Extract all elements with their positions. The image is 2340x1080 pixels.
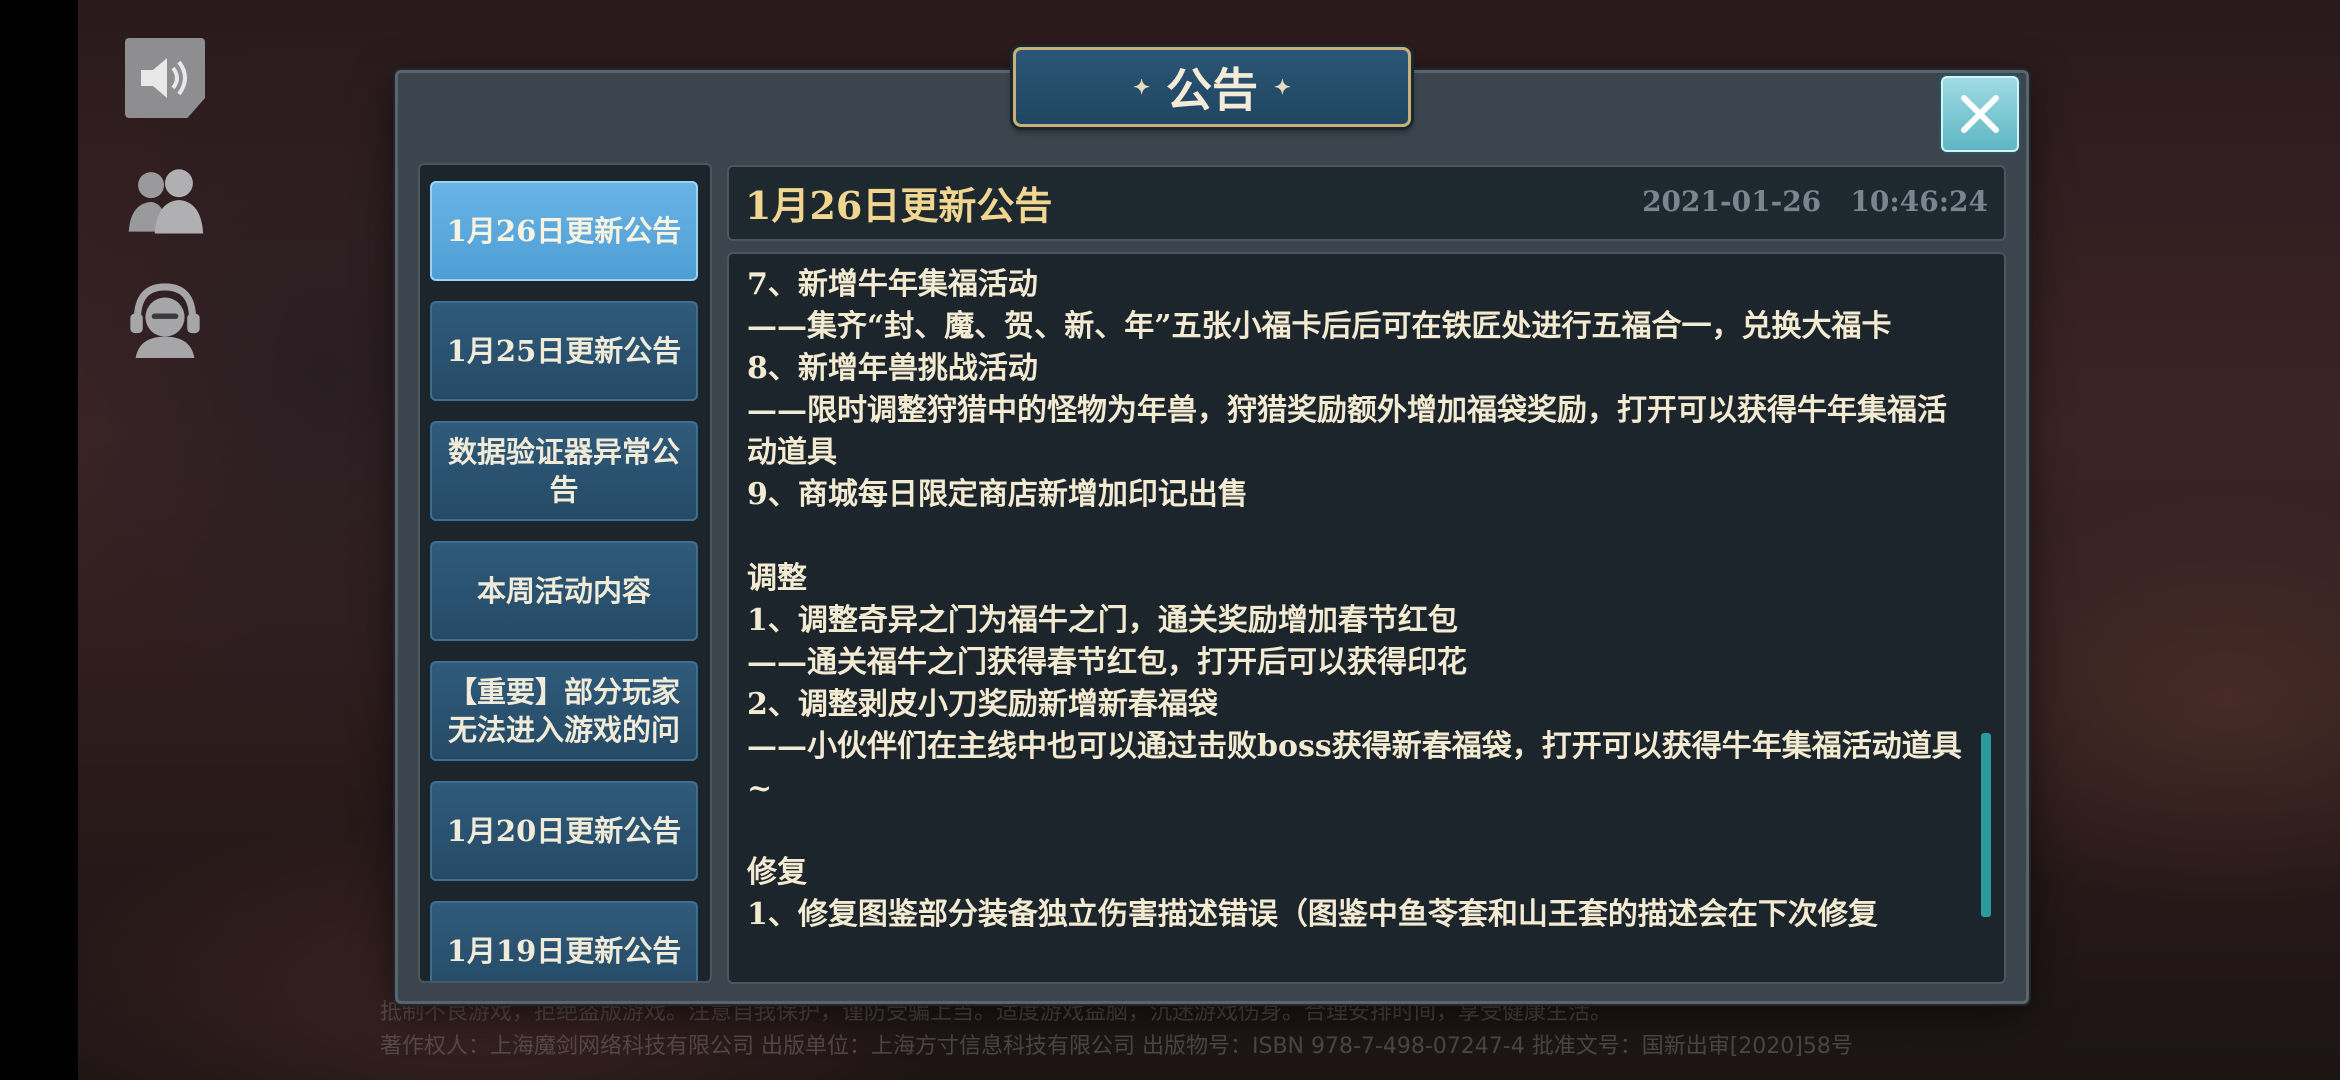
title-decor-left: ✦ xyxy=(1133,75,1150,99)
dialog-title-plate: ✦ 公告 ✦ xyxy=(1013,47,1411,127)
tab-weekly-events[interactable]: 本周活动内容 xyxy=(430,541,698,641)
tab-label: 1月25日更新公告 xyxy=(446,334,682,368)
tab-0120-update[interactable]: 1月20日更新公告 xyxy=(430,781,698,881)
scrollbar-thumb[interactable] xyxy=(1981,733,1991,917)
announcement-text: 7、新增牛年集福活动 ——集齐“封、魔、贺、新、年”五张小福卡后后可在铁匠处进行… xyxy=(747,267,1962,932)
tab-0126-update[interactable]: 1月26日更新公告 xyxy=(430,181,698,281)
title-decor-right: ✦ xyxy=(1274,75,1291,99)
announcement-title: 1月26日更新公告 xyxy=(745,183,1053,228)
close-icon xyxy=(1961,95,1999,133)
speaker-icon-glyph xyxy=(141,58,187,98)
footer-publication-info: 著作权人：上海魔剑网络科技有限公司 出版单位：上海方寸信息科技有限公司 出版物号… xyxy=(380,1034,1853,1059)
tab-label: 1月26日更新公告 xyxy=(446,214,682,248)
tab-0125-update[interactable]: 1月25日更新公告 xyxy=(430,301,698,401)
announcement-time: 10:46:24 xyxy=(1850,185,1988,218)
announcement-list[interactable]: 1月26日更新公告 1月25日更新公告 数据验证器异常公告 本周活动内容 【重要… xyxy=(418,163,712,983)
friends-icon[interactable] xyxy=(125,160,205,240)
announcement-body[interactable]: 7、新增牛年集福活动 ——集齐“封、魔、贺、新、年”五张小福卡后后可在铁匠处进行… xyxy=(727,252,2006,984)
dialog-title: 公告 xyxy=(1166,63,1258,117)
speaker-icon[interactable] xyxy=(125,38,205,118)
tab-label: 【重要】部分玩家无法进入游戏的问 xyxy=(447,675,680,747)
announcement-timestamp: 2021-01-26 10:46:24 xyxy=(1642,185,1988,218)
headset-icon[interactable] xyxy=(125,278,205,358)
tab-label: 1月19日更新公告 xyxy=(446,934,682,968)
tab-label: 1月20日更新公告 xyxy=(446,814,682,848)
headset-icon-glyph xyxy=(130,283,200,358)
tab-0119-update[interactable]: 1月19日更新公告 xyxy=(430,901,698,981)
announcement-header: 1月26日更新公告 2021-01-26 10:46:24 xyxy=(727,165,2006,241)
tab-label: 本周活动内容 xyxy=(476,574,651,608)
tab-label: 数据验证器异常公告 xyxy=(447,435,680,507)
friends-icon-glyph xyxy=(128,169,204,234)
tab-validator-anomaly[interactable]: 数据验证器异常公告 xyxy=(430,421,698,521)
close-button[interactable] xyxy=(1941,76,2019,152)
tab-login-issue[interactable]: 【重要】部分玩家无法进入游戏的问 xyxy=(430,661,698,761)
announcement-date: 2021-01-26 xyxy=(1642,185,1822,218)
